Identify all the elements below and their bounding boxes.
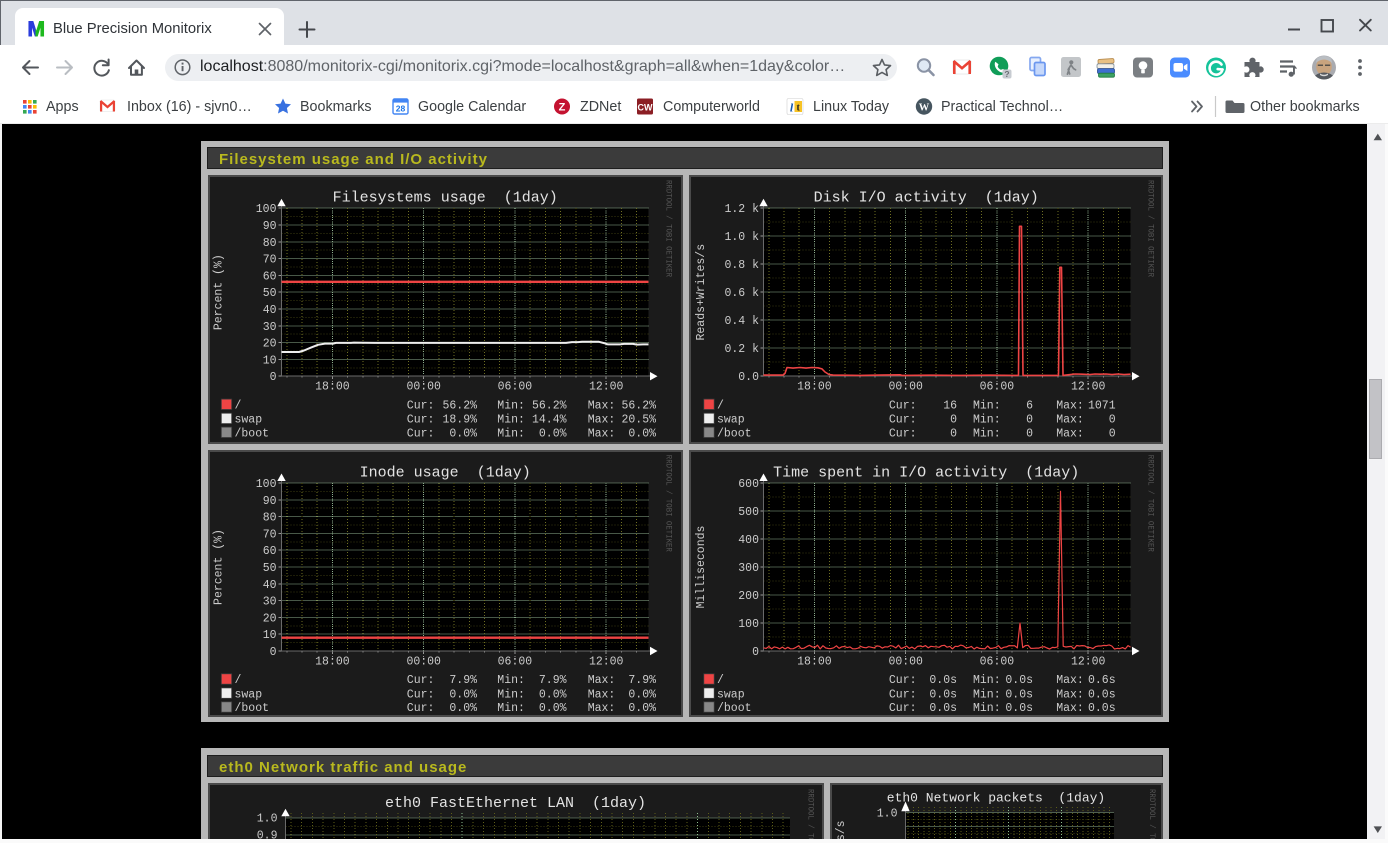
- svg-text:28: 28: [396, 104, 406, 114]
- svg-text:Z: Z: [559, 102, 566, 114]
- svg-text:?: ?: [1004, 69, 1009, 79]
- svg-text:CW: CW: [638, 103, 653, 113]
- svg-text:W: W: [919, 103, 930, 114]
